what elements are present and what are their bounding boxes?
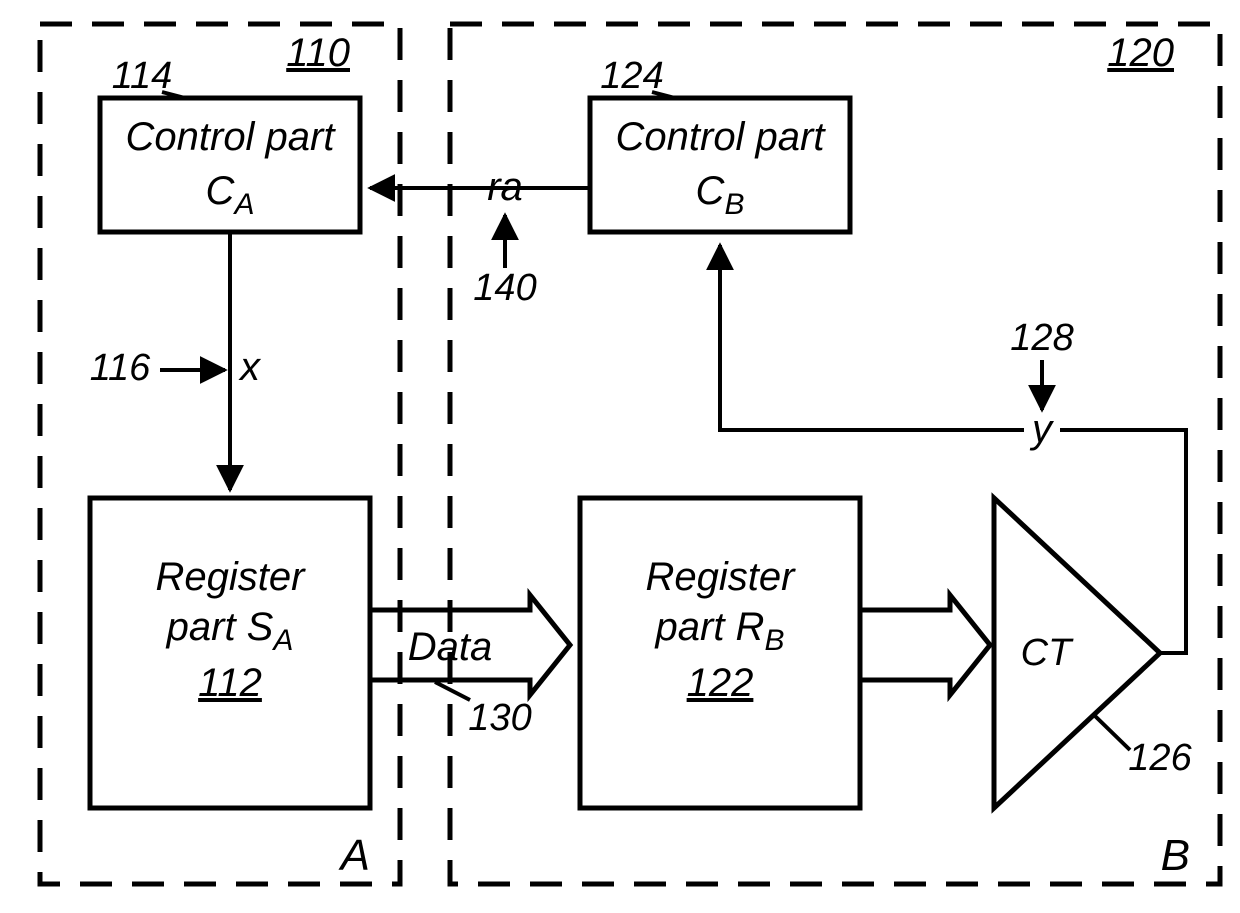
register-a-line1: Register	[156, 555, 307, 599]
control-b-symbol: CB	[696, 169, 745, 221]
signal-y-path-left	[720, 245, 1024, 430]
signal-ra-ref: 140	[473, 267, 536, 309]
data-ref: 130	[468, 697, 531, 739]
signal-x-ref: 116	[90, 347, 151, 389]
region-b-ref: 120	[1107, 31, 1174, 75]
register-b-box	[580, 498, 860, 808]
region-a-label: A	[338, 831, 370, 880]
rb-to-ct-arrow	[860, 595, 990, 695]
region-b-boundary	[450, 24, 1220, 884]
ct-ref: 126	[1128, 737, 1192, 779]
control-b-line1: Control part	[616, 115, 827, 159]
signal-y-name: y	[1029, 407, 1055, 451]
data-ref-leader	[435, 682, 470, 700]
ct-ref-leader	[1094, 715, 1130, 750]
register-a-box	[90, 498, 370, 808]
control-a-symbol: CA	[206, 169, 255, 221]
signal-ra-name: ra	[487, 165, 523, 209]
register-b-ref: 122	[687, 661, 754, 705]
ct-label: CT	[1021, 632, 1074, 674]
register-a-ref: 112	[198, 661, 262, 705]
control-a-line1: Control part	[126, 115, 337, 159]
signal-x-name: x	[238, 345, 262, 389]
register-b-line2: part RB	[655, 605, 785, 657]
signal-y-ref: 128	[1010, 317, 1073, 359]
region-a-ref: 110	[286, 31, 350, 75]
block-diagram: 110 A Control part CA 114 x 116 Register…	[0, 0, 1240, 913]
region-b-label: B	[1161, 831, 1190, 880]
register-b-line1: Register	[646, 555, 797, 599]
register-a-line2: part SA	[166, 605, 294, 657]
